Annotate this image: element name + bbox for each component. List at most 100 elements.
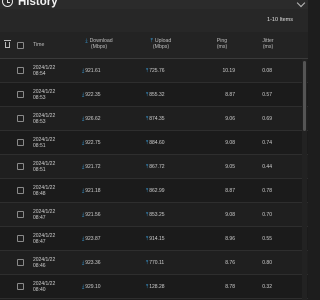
table-row: 2024/1/22 08:51 ⤓922.75 ⤒884.60 9.08 0.74: [0, 131, 308, 155]
download-arrow-icon: ⤓: [82, 140, 85, 146]
upload-arrow-icon: ⤒: [146, 116, 149, 122]
row-time: 2024/1/22 08:53: [33, 89, 56, 101]
row-checkbox[interactable]: [17, 187, 24, 194]
row-checkbox[interactable]: [17, 211, 24, 218]
download-arrow-icon: ⤓: [82, 164, 85, 170]
row-jitter: 0.70: [262, 212, 272, 218]
scrollbar-thumb[interactable]: [303, 61, 306, 131]
upload-header-unit: (Mbps): [152, 44, 170, 50]
row-jitter: 0.80: [262, 260, 272, 266]
row-ping: 8.96: [225, 236, 235, 242]
download-header: ⤓ Download (Mbps): [80, 38, 118, 50]
row-upload: ⤒770.11: [146, 260, 165, 266]
upload-arrow-icon: ⤒: [146, 212, 149, 218]
row-ping: 8.78: [225, 284, 235, 290]
upload-arrow-icon: ⤒: [146, 260, 149, 266]
row-time: 2024/1/22 08:46: [33, 257, 56, 269]
download-arrow-icon: ⤓: [82, 116, 85, 122]
row-ping: 10.19: [222, 68, 235, 74]
download-header-unit: (Mbps): [90, 44, 108, 50]
row-download: ⤓926.62: [82, 116, 101, 122]
row-time: 2024/1/22 08:40: [33, 281, 56, 293]
row-download: ⤓921.18: [82, 188, 101, 194]
chevron-down-icon[interactable]: [296, 0, 306, 8]
row-checkbox[interactable]: [17, 67, 24, 74]
row-checkbox[interactable]: [17, 115, 24, 122]
row-jitter: 0.55: [262, 236, 272, 242]
row-ping: 9.08: [225, 212, 235, 218]
row-checkbox[interactable]: [17, 259, 24, 266]
upload-arrow-icon: ⤒: [146, 188, 149, 194]
table-row: 2024/1/22 08:51 ⤓921.72 ⤒867.72 9.05 0.44: [0, 155, 308, 179]
row-download: ⤓921.61: [82, 68, 101, 74]
table-row: 2024/1/22 08:47 ⤓923.87 ⤒914.15 8.96 0.55: [0, 227, 308, 251]
ping-header: Ping (ms): [212, 38, 232, 50]
table-row: 2024/1/22 08:54 ⤓921.61 ⤒725.76 10.19 0.0…: [0, 59, 308, 83]
upload-arrow-icon: ⤒: [146, 140, 149, 146]
row-ping: 9.08: [225, 140, 235, 146]
row-download: ⤓923.36: [82, 260, 101, 266]
row-upload: ⤒874.35: [146, 116, 165, 122]
row-time: 2024/1/22 08:48: [33, 185, 56, 197]
trash-icon[interactable]: [4, 40, 11, 48]
upload-arrow-icon: ⤒: [146, 164, 149, 170]
download-arrow-icon: ⤓: [82, 260, 85, 266]
clock-history-icon: [2, 0, 13, 7]
row-jitter: 0.44: [262, 164, 272, 170]
upload-arrow-icon: ⤒: [146, 92, 149, 98]
row-checkbox[interactable]: [17, 283, 24, 290]
row-upload: ⤒862.99: [146, 188, 165, 194]
download-arrow-icon: ⤓: [82, 92, 85, 98]
time-header: Time: [33, 42, 44, 48]
history-header: History: [0, 0, 308, 9]
select-all-checkbox[interactable]: [17, 42, 24, 49]
time-header-label: Time: [33, 42, 45, 48]
row-time: 2024/1/22 08:47: [33, 233, 56, 245]
items-count: 1-10 Items: [267, 17, 293, 23]
row-jitter: 0.78: [262, 188, 272, 194]
row-time: 2024/1/22 08:53: [33, 113, 56, 125]
row-jitter: 0.32: [262, 284, 272, 290]
row-jitter: 0.57: [262, 92, 272, 98]
row-ping: 8.76: [225, 260, 235, 266]
row-jitter: 0.69: [262, 116, 272, 122]
table-row: 2024/1/22 08:46 ⤓923.36 ⤒770.11 8.76 0.80: [0, 251, 308, 275]
row-checkbox[interactable]: [17, 91, 24, 98]
row-upload: ⤒128.28: [146, 284, 165, 290]
row-download: ⤓921.56: [82, 212, 101, 218]
ping-header-unit: (ms): [216, 44, 228, 50]
row-download: ⤓921.72: [82, 164, 101, 170]
table-row: 2024/1/22 08:53 ⤓922.35 ⤒855.32 8.87 0.57: [0, 83, 308, 107]
table-row: 2024/1/22 08:40 ⤓929.10 ⤒128.28 8.78 0.32: [0, 275, 308, 299]
table-toolbar: 1-10 Items: [0, 9, 308, 32]
row-download: ⤓923.87: [82, 236, 101, 242]
upload-header: ⤒ Upload (Mbps): [144, 38, 178, 50]
row-ping: 9.05: [225, 164, 235, 170]
table-row: 2024/1/22 08:47 ⤓921.56 ⤒853.25 9.08 0.70: [0, 203, 308, 227]
row-upload: ⤒855.32: [146, 92, 165, 98]
jitter-header-unit: (ms): [262, 44, 274, 50]
row-download: ⤓922.75: [82, 140, 101, 146]
row-jitter: 0.08: [262, 68, 272, 74]
row-upload: ⤒853.25: [146, 212, 165, 218]
row-time: 2024/1/22 08:51: [33, 161, 56, 173]
row-download: ⤓922.35: [82, 92, 101, 98]
row-upload: ⤒884.60: [146, 140, 165, 146]
history-title: History: [18, 0, 58, 8]
upload-arrow-icon: ⤒: [146, 68, 149, 74]
row-checkbox[interactable]: [17, 139, 24, 146]
row-download: ⤓929.10: [82, 284, 101, 290]
row-upload: ⤒725.76: [146, 68, 165, 74]
row-ping: 8.87: [225, 92, 235, 98]
upload-arrow-icon: ⤒: [146, 284, 149, 290]
row-checkbox[interactable]: [17, 235, 24, 242]
jitter-header: Jitter (ms): [258, 38, 278, 50]
table-header: Time ⤓ Download (Mbps) ⤒ Upload (Mbps) Pin…: [0, 32, 308, 59]
download-arrow-icon: ⤓: [82, 68, 85, 74]
row-ping: 8.87: [225, 188, 235, 194]
row-checkbox[interactable]: [17, 163, 24, 170]
vertical-scrollbar[interactable]: [302, 59, 307, 300]
row-upload: ⤒867.72: [146, 164, 165, 170]
row-ping: 9.06: [225, 116, 235, 122]
download-arrow-icon: ⤓: [82, 188, 85, 194]
